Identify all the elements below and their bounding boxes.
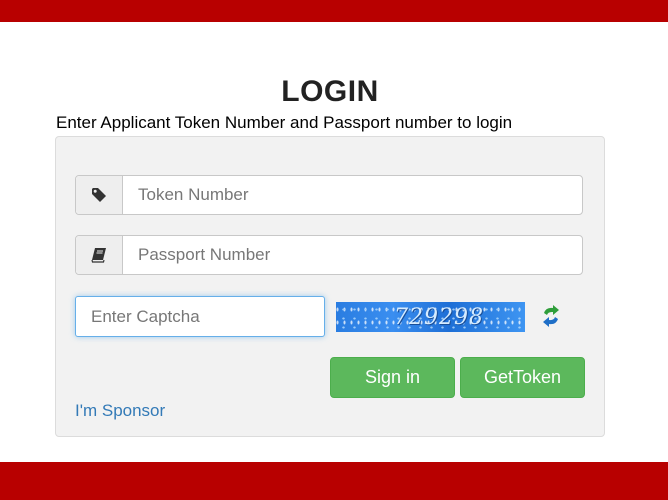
bottom-banner-bar xyxy=(0,462,668,500)
page-subtitle: Enter Applicant Token Number and Passpor… xyxy=(56,113,513,132)
captcha-code: 729298 xyxy=(394,305,484,330)
passport-input-group xyxy=(75,235,583,275)
top-banner-bar xyxy=(0,0,668,22)
page-title: LOGIN xyxy=(281,75,379,108)
tag-icon xyxy=(76,176,123,214)
token-number-input[interactable] xyxy=(123,176,582,214)
captcha-input[interactable] xyxy=(75,296,325,337)
passport-number-input[interactable] xyxy=(123,236,582,274)
sign-in-button[interactable]: Sign in xyxy=(330,357,455,398)
get-token-button[interactable]: GetToken xyxy=(460,357,585,398)
token-input-group xyxy=(75,175,583,215)
sponsor-link[interactable]: I'm Sponsor xyxy=(75,401,165,421)
captcha-image: 729298 xyxy=(336,302,525,332)
book-icon xyxy=(76,236,123,274)
refresh-captcha-icon[interactable] xyxy=(538,303,564,329)
